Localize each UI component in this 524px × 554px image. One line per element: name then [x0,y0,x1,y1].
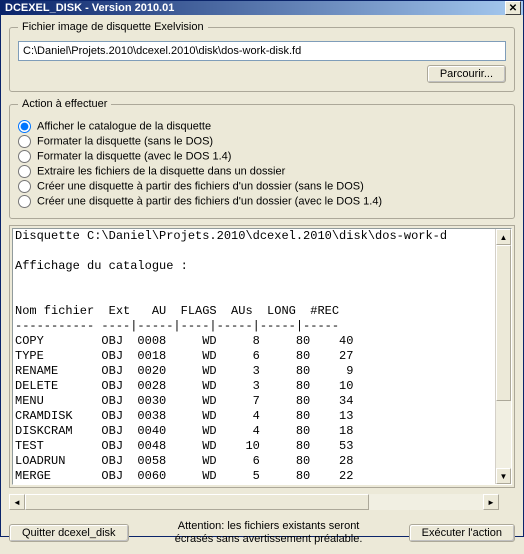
warning-text: Attention: les fichiers existants seront… [139,520,399,546]
action-option[interactable]: Créer une disquette à partir des fichier… [18,195,506,208]
action-label: Formater la disquette (sans le DOS) [37,135,213,147]
group-file-image: Fichier image de disquette Exelvision Pa… [9,21,515,92]
scroll-down-icon[interactable]: ▼ [496,468,511,484]
scroll-left-icon[interactable]: ◄ [9,494,25,510]
action-option[interactable]: Extraire les fichiers de la disquette da… [18,165,506,178]
action-radio-3[interactable] [18,165,31,178]
client-area: Fichier image de disquette Exelvision Pa… [1,15,523,554]
scroll-corner [499,494,515,510]
action-radio-4[interactable] [18,180,31,193]
scroll-thumb-v[interactable] [496,245,511,401]
action-option[interactable]: Formater la disquette (sans le DOS) [18,135,506,148]
titlebar[interactable]: DCEXEL_DISK - Version 2010.01 ✕ [1,1,523,15]
group-action: Action à effectuer Afficher le catalogue… [9,98,515,219]
action-label: Créer une disquette à partir des fichier… [37,180,364,192]
execute-button[interactable]: Exécuter l'action [409,524,515,542]
file-path-input[interactable] [18,41,506,61]
quit-button[interactable]: Quitter dcexel_disk [9,524,129,542]
window-title: DCEXEL_DISK - Version 2010.01 [5,2,505,14]
action-label: Créer une disquette à partir des fichier… [37,195,382,207]
action-radio-2[interactable] [18,150,31,163]
scroll-track-v[interactable] [496,245,511,468]
action-radio-1[interactable] [18,135,31,148]
scrollbar-horizontal[interactable]: ◄ ► [9,494,499,510]
action-label: Formater la disquette (avec le DOS 1.4) [37,150,231,162]
action-radio-0[interactable] [18,120,31,133]
group-file-legend: Fichier image de disquette Exelvision [18,21,208,33]
scroll-track-h[interactable] [25,494,483,510]
browse-button[interactable]: Parcourir... [427,65,506,83]
close-icon[interactable]: ✕ [505,1,521,15]
action-label: Afficher le catalogue de la disquette [37,120,211,132]
output-text: Disquette C:\Daniel\Projets.2010\dcexel.… [13,229,495,484]
scrollbar-vertical[interactable]: ▲ ▼ [495,229,511,484]
action-label: Extraire les fichiers de la disquette da… [37,165,285,177]
output-panel: Disquette C:\Daniel\Projets.2010\dcexel.… [9,225,515,488]
scroll-up-icon[interactable]: ▲ [496,229,511,245]
action-option[interactable]: Formater la disquette (avec le DOS 1.4) [18,150,506,163]
scroll-right-icon[interactable]: ► [483,494,499,510]
action-option[interactable]: Afficher le catalogue de la disquette [18,120,506,133]
scroll-thumb-h[interactable] [25,494,369,510]
group-action-legend: Action à effectuer [18,98,111,110]
action-option[interactable]: Créer une disquette à partir des fichier… [18,180,506,193]
footer: Quitter dcexel_disk Attention: les fichi… [9,516,515,546]
app-window: DCEXEL_DISK - Version 2010.01 ✕ Fichier … [0,0,524,537]
action-radio-5[interactable] [18,195,31,208]
